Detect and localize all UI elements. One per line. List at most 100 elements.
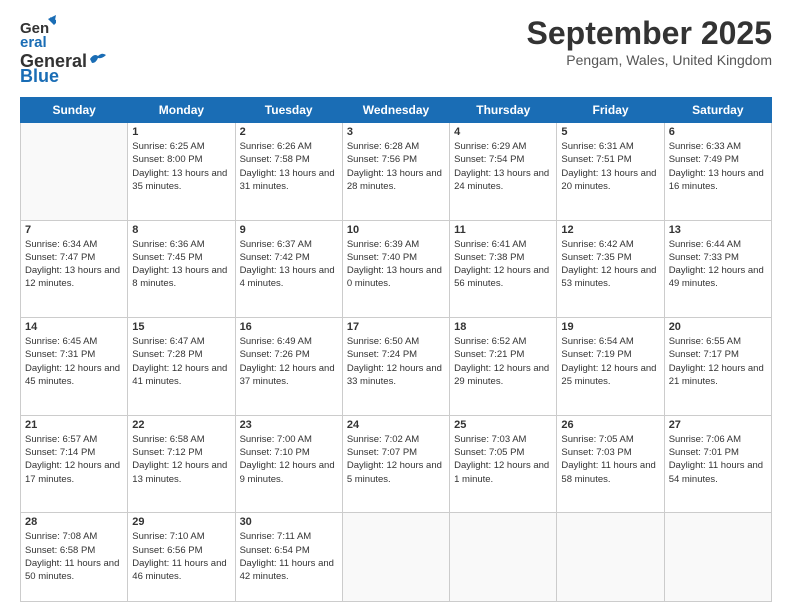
sunrise-text: Sunrise: 7:11 AM <box>240 530 338 543</box>
sunset-text: Sunset: 7:40 PM <box>347 251 445 264</box>
calendar-cell: 27Sunrise: 7:06 AMSunset: 7:01 PMDayligh… <box>664 415 771 513</box>
day-number: 10 <box>347 224 445 236</box>
cell-content: Sunrise: 7:00 AMSunset: 7:10 PMDaylight:… <box>240 433 338 486</box>
cell-content: Sunrise: 6:50 AMSunset: 7:24 PMDaylight:… <box>347 335 445 388</box>
sunset-text: Sunset: 7:24 PM <box>347 348 445 361</box>
cell-content: Sunrise: 6:45 AMSunset: 7:31 PMDaylight:… <box>25 335 123 388</box>
day-number: 14 <box>25 321 123 333</box>
sunset-text: Sunset: 7:54 PM <box>454 153 552 166</box>
sunrise-text: Sunrise: 6:49 AM <box>240 335 338 348</box>
day-number: 13 <box>669 224 767 236</box>
sunset-text: Sunset: 7:19 PM <box>561 348 659 361</box>
calendar-cell: 2Sunrise: 6:26 AMSunset: 7:58 PMDaylight… <box>235 123 342 221</box>
sunrise-text: Sunrise: 6:44 AM <box>669 238 767 251</box>
sunrise-text: Sunrise: 6:55 AM <box>669 335 767 348</box>
calendar-cell: 23Sunrise: 7:00 AMSunset: 7:10 PMDayligh… <box>235 415 342 513</box>
logo-bird-icon <box>88 51 106 67</box>
daylight-text: Daylight: 12 hours and 33 minutes. <box>347 362 445 389</box>
day-header-friday: Friday <box>557 98 664 123</box>
cell-content: Sunrise: 6:42 AMSunset: 7:35 PMDaylight:… <box>561 238 659 291</box>
sunset-text: Sunset: 7:05 PM <box>454 446 552 459</box>
calendar-cell: 6Sunrise: 6:33 AMSunset: 7:49 PMDaylight… <box>664 123 771 221</box>
week-row-1: 1Sunrise: 6:25 AMSunset: 8:00 PMDaylight… <box>21 123 772 221</box>
calendar-cell <box>557 513 664 602</box>
sunset-text: Sunset: 6:58 PM <box>25 544 123 557</box>
sunrise-text: Sunrise: 7:06 AM <box>669 433 767 446</box>
day-number: 18 <box>454 321 552 333</box>
sunrise-text: Sunrise: 6:33 AM <box>669 140 767 153</box>
day-number: 15 <box>132 321 230 333</box>
sunset-text: Sunset: 7:01 PM <box>669 446 767 459</box>
cell-content: Sunrise: 6:41 AMSunset: 7:38 PMDaylight:… <box>454 238 552 291</box>
sunset-text: Sunset: 7:51 PM <box>561 153 659 166</box>
sunset-text: Sunset: 7:17 PM <box>669 348 767 361</box>
sunrise-text: Sunrise: 6:28 AM <box>347 140 445 153</box>
daylight-text: Daylight: 11 hours and 42 minutes. <box>240 557 338 584</box>
sunset-text: Sunset: 7:35 PM <box>561 251 659 264</box>
daylight-text: Daylight: 12 hours and 53 minutes. <box>561 264 659 291</box>
calendar-cell: 25Sunrise: 7:03 AMSunset: 7:05 PMDayligh… <box>450 415 557 513</box>
day-header-sunday: Sunday <box>21 98 128 123</box>
sunrise-text: Sunrise: 6:42 AM <box>561 238 659 251</box>
day-number: 17 <box>347 321 445 333</box>
cell-content: Sunrise: 6:37 AMSunset: 7:42 PMDaylight:… <box>240 238 338 291</box>
calendar-cell: 17 Sunrise: 6:50 AMSunset: 7:24 PMDayligh… <box>342 318 449 416</box>
sunrise-text: Sunrise: 6:25 AM <box>132 140 230 153</box>
calendar-cell: 29Sunrise: 7:10 AMSunset: 6:56 PMDayligh… <box>128 513 235 602</box>
sunrise-text: Sunrise: 6:39 AM <box>347 238 445 251</box>
day-header-monday: Monday <box>128 98 235 123</box>
day-number: 6 <box>669 126 767 138</box>
sunset-text: Sunset: 7:56 PM <box>347 153 445 166</box>
sunrise-text: Sunrise: 6:58 AM <box>132 433 230 446</box>
day-number: 26 <box>561 419 659 431</box>
page: Gen eral General Blue September 2025 Pen… <box>0 0 792 612</box>
calendar-cell: 1Sunrise: 6:25 AMSunset: 8:00 PMDaylight… <box>128 123 235 221</box>
daylight-text: Daylight: 13 hours and 28 minutes. <box>347 167 445 194</box>
daylight-text: Daylight: 13 hours and 20 minutes. <box>561 167 659 194</box>
day-number: 16 <box>240 321 338 333</box>
calendar-cell: 8Sunrise: 6:36 AMSunset: 7:45 PMDaylight… <box>128 220 235 318</box>
cell-content: Sunrise: 6:29 AMSunset: 7:54 PMDaylight:… <box>454 140 552 193</box>
cell-content: Sunrise: 6:31 AMSunset: 7:51 PMDaylight:… <box>561 140 659 193</box>
cell-content: Sunrise: 6:49 AMSunset: 7:26 PMDaylight:… <box>240 335 338 388</box>
calendar-header-row: SundayMondayTuesdayWednesdayThursdayFrid… <box>21 98 772 123</box>
logo: Gen eral General Blue <box>20 15 107 87</box>
cell-content: Sunrise: 7:08 AMSunset: 6:58 PMDaylight:… <box>25 530 123 583</box>
day-number: 8 <box>132 224 230 236</box>
sunset-text: Sunset: 7:45 PM <box>132 251 230 264</box>
calendar-cell: 26Sunrise: 7:05 AMSunset: 7:03 PMDayligh… <box>557 415 664 513</box>
calendar-cell <box>21 123 128 221</box>
cell-content: Sunrise: 6:47 AMSunset: 7:28 PMDaylight:… <box>132 335 230 388</box>
sunset-text: Sunset: 7:10 PM <box>240 446 338 459</box>
daylight-text: Daylight: 13 hours and 0 minutes. <box>347 264 445 291</box>
day-number: 29 <box>132 516 230 528</box>
svg-text:eral: eral <box>20 34 47 51</box>
day-header-saturday: Saturday <box>664 98 771 123</box>
sunset-text: Sunset: 7:12 PM <box>132 446 230 459</box>
cell-content: Sunrise: 6:25 AMSunset: 8:00 PMDaylight:… <box>132 140 230 193</box>
sunrise-text: Sunrise: 6:57 AM <box>25 433 123 446</box>
day-number: 2 <box>240 126 338 138</box>
cell-content: Sunrise: 6:57 AMSunset: 7:14 PMDaylight:… <box>25 433 123 486</box>
calendar-cell: 21Sunrise: 6:57 AMSunset: 7:14 PMDayligh… <box>21 415 128 513</box>
cell-content: Sunrise: 7:11 AMSunset: 6:54 PMDaylight:… <box>240 530 338 583</box>
calendar-cell: 3Sunrise: 6:28 AMSunset: 7:56 PMDaylight… <box>342 123 449 221</box>
calendar-cell: 20Sunrise: 6:55 AMSunset: 7:17 PMDayligh… <box>664 318 771 416</box>
daylight-text: Daylight: 12 hours and 29 minutes. <box>454 362 552 389</box>
calendar-cell <box>342 513 449 602</box>
sunset-text: Sunset: 7:26 PM <box>240 348 338 361</box>
sunset-text: Sunset: 7:38 PM <box>454 251 552 264</box>
sunrise-text: Sunrise: 6:37 AM <box>240 238 338 251</box>
daylight-text: Daylight: 11 hours and 54 minutes. <box>669 459 767 486</box>
week-row-4: 21Sunrise: 6:57 AMSunset: 7:14 PMDayligh… <box>21 415 772 513</box>
day-number: 9 <box>240 224 338 236</box>
calendar-cell: 30Sunrise: 7:11 AMSunset: 6:54 PMDayligh… <box>235 513 342 602</box>
sunrise-text: Sunrise: 7:10 AM <box>132 530 230 543</box>
sunset-text: Sunset: 7:49 PM <box>669 153 767 166</box>
daylight-text: Daylight: 13 hours and 35 minutes. <box>132 167 230 194</box>
sunrise-text: Sunrise: 6:26 AM <box>240 140 338 153</box>
sunset-text: Sunset: 7:07 PM <box>347 446 445 459</box>
day-number: 4 <box>454 126 552 138</box>
calendar-cell: 22Sunrise: 6:58 AMSunset: 7:12 PMDayligh… <box>128 415 235 513</box>
cell-content: Sunrise: 6:28 AMSunset: 7:56 PMDaylight:… <box>347 140 445 193</box>
